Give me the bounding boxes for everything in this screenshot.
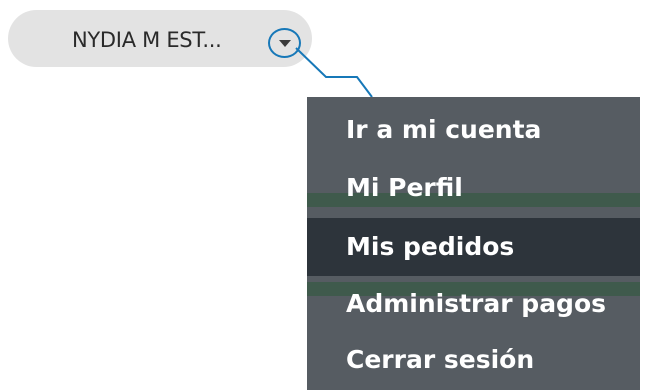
user-name: NYDIA M EST... (72, 28, 222, 52)
account-menu-screen: NYDIA M EST... Ir a mi cuenta Mi Perfil … (0, 0, 647, 390)
menu-item-administrar-pagos[interactable]: Administrar pagos (307, 275, 640, 333)
user-account-button[interactable]: NYDIA M EST... (8, 10, 312, 67)
menu-item-mis-pedidos[interactable]: Mis pedidos (307, 218, 640, 276)
dropdown-toggle[interactable] (268, 28, 301, 58)
chevron-down-icon (279, 40, 291, 47)
menu-item-ir-a-mi-cuenta[interactable]: Ir a mi cuenta (307, 101, 640, 159)
menu-item-cerrar-sesion[interactable]: Cerrar sesión (307, 331, 640, 389)
account-dropdown-menu: Ir a mi cuenta Mi Perfil Mis pedidos Adm… (307, 97, 640, 390)
menu-item-mi-perfil[interactable]: Mi Perfil (307, 159, 640, 217)
